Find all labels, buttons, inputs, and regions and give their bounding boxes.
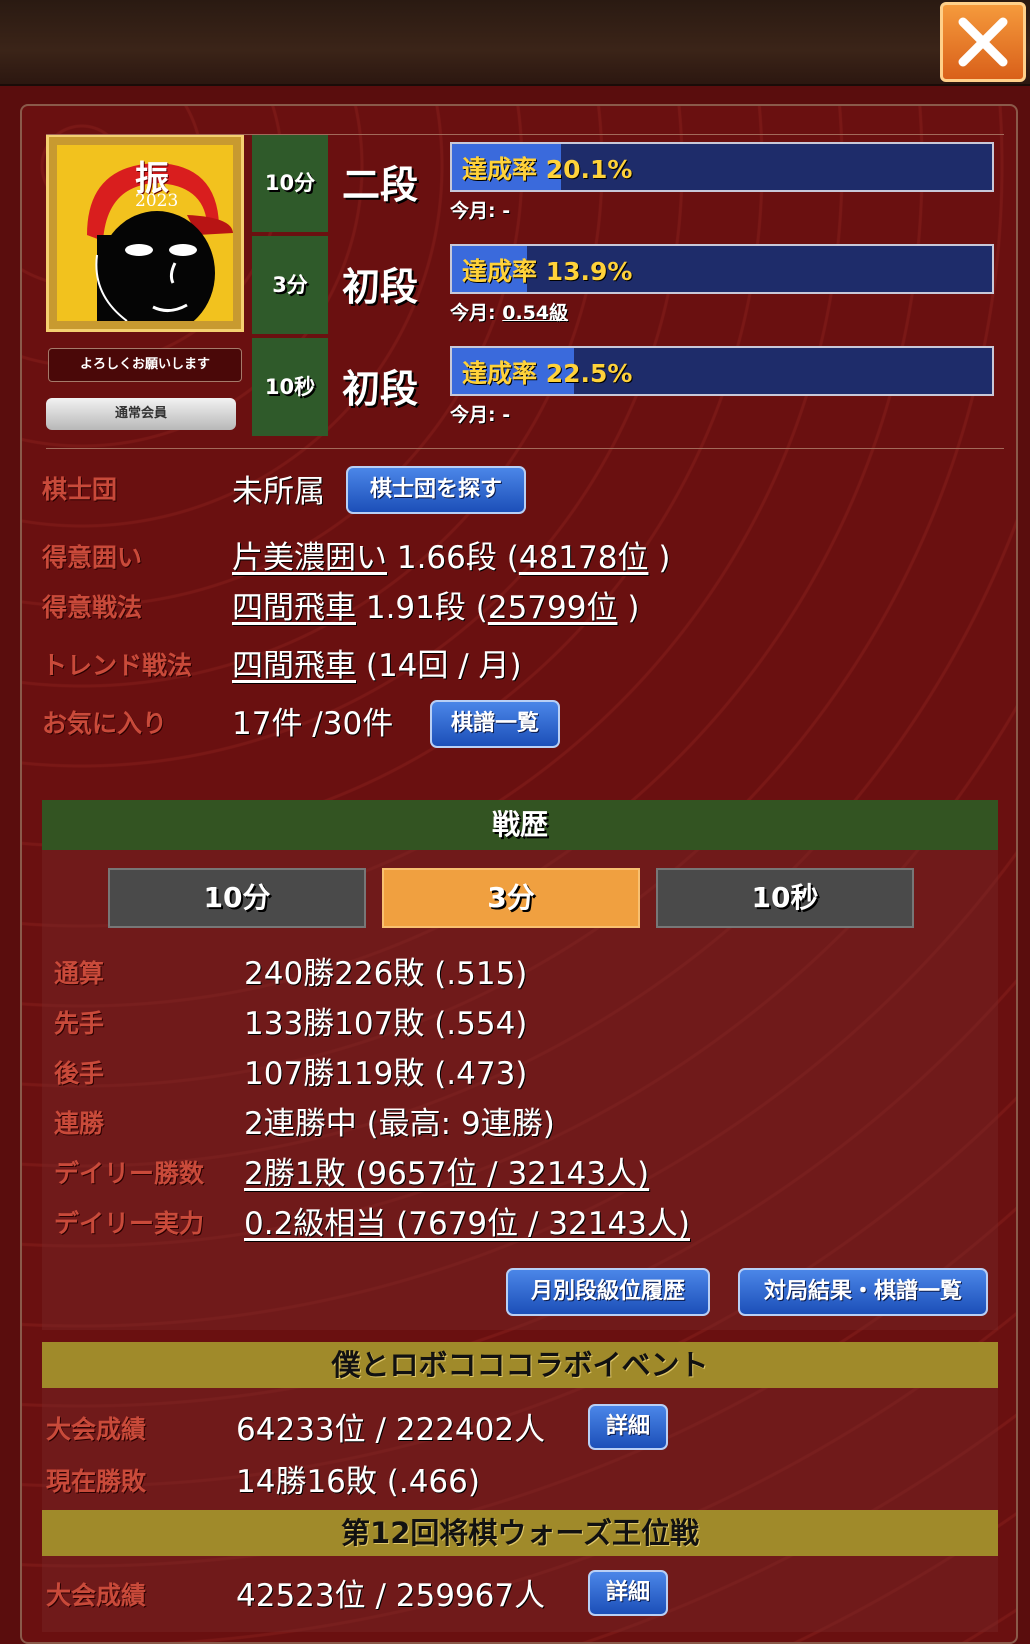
month-label: 今月:: [450, 302, 496, 324]
rank-name: 初段: [342, 366, 419, 411]
stat-value: 133勝107敗 (.554): [244, 1006, 528, 1042]
month-progress: 今月: -: [450, 196, 510, 223]
rank-name: 初段: [342, 264, 419, 309]
stat-label: 後手: [54, 1059, 105, 1088]
event-2-detail-button[interactable]: 詳細: [588, 1570, 668, 1616]
trend-label: トレンド戦法: [42, 651, 193, 680]
close-button[interactable]: [940, 2, 1026, 82]
month-value[interactable]: 0.54級: [502, 302, 568, 324]
achievement-rate: 達成率 20.1%: [462, 155, 633, 184]
strategy-rank: 1.91段 (: [365, 590, 488, 626]
game-results-button[interactable]: 対局結果・棋譜一覧: [738, 1268, 988, 1316]
stat-label: デイリー勝数: [54, 1159, 205, 1188]
month-label: 今月:: [450, 404, 496, 426]
rank-time-label: 10秒: [252, 338, 328, 436]
profile-greeting: よろしくお願いします: [48, 348, 242, 382]
tab-10sec[interactable]: 10秒: [656, 868, 914, 928]
rank-name: 二段: [342, 162, 419, 207]
event-2-title: 第12回将棋ウォーズ王位戦: [42, 1510, 998, 1556]
event-2-result-label: 大会成績: [46, 1581, 147, 1610]
rank-divider-top: [46, 134, 1004, 135]
team-value: 未所属: [232, 474, 325, 510]
stat-value[interactable]: 0.2級相当 (7679位 / 32143人): [244, 1198, 690, 1243]
monthly-rank-history-button[interactable]: 月別段級位履歴: [506, 1268, 710, 1316]
rank-row: 3分 初段 達成率 13.9% 今月: 0.54級: [252, 236, 1004, 334]
team-label: 棋士団: [42, 475, 118, 504]
castle-link[interactable]: 片美濃囲い: [232, 540, 387, 576]
achievement-rate: 達成率 22.5%: [462, 359, 633, 388]
castle-pos-link[interactable]: 48178位: [519, 540, 649, 576]
stat-value: 2連勝中 (最高: 9連勝): [244, 1106, 555, 1142]
tab-3min[interactable]: 3分: [382, 868, 640, 928]
stat-value: 240勝226敗 (.515): [244, 956, 528, 992]
month-progress: 今月: -: [450, 400, 510, 427]
event-2-result-value: 42523位 / 259967人: [236, 1578, 546, 1614]
rank-time-label: 3分: [252, 236, 328, 334]
event-1-record-value: 14勝16敗 (.466): [236, 1464, 480, 1500]
cap-year: 2023: [135, 191, 179, 211]
stat-value[interactable]: 2勝1敗 (9657位 / 32143人): [244, 1148, 649, 1193]
strategy-link[interactable]: 四間飛車: [232, 590, 356, 626]
castle-rank: 1.66段 (: [396, 540, 519, 576]
stat-label: 通算: [54, 959, 105, 988]
rank-time-label: 10分: [252, 134, 328, 232]
find-team-button[interactable]: 棋士団を探す: [346, 466, 526, 514]
event-1-record-label: 現在勝敗: [46, 1467, 147, 1496]
rank-divider-bottom: [46, 448, 1004, 449]
stat-value: 107勝119敗 (.473): [244, 1056, 528, 1092]
strategy-close: ): [617, 590, 640, 626]
event-1-result-value: 64233位 / 222402人: [236, 1412, 546, 1448]
event-1-result-label: 大会成績: [46, 1415, 147, 1444]
month-label: 今月:: [450, 200, 496, 222]
trend-count: (14回 / 月): [365, 648, 522, 684]
achievement-bar: 達成率 20.1%: [450, 142, 994, 192]
membership-badge[interactable]: 通常会員: [46, 398, 236, 430]
event-1-title: 僕とロボコココラボイベント: [42, 1342, 998, 1388]
favorites-label: お気に入り: [42, 709, 168, 738]
stat-label: 先手: [54, 1009, 105, 1038]
month-progress: 今月: 0.54級: [450, 298, 568, 325]
history-title: 戦歴: [42, 800, 998, 850]
achievement-rate: 達成率 13.9%: [462, 257, 633, 286]
tab-10min[interactable]: 10分: [108, 868, 366, 928]
castle-value: 片美濃囲い 1.66段 (48178位 ): [232, 532, 670, 577]
strategy-label: 得意戦法: [42, 593, 143, 622]
rank-row: 10分 二段 達成率 20.1% 今月: -: [252, 134, 1004, 232]
rank-row: 10秒 初段 達成率 22.5% 今月: -: [252, 338, 1004, 436]
stat-label: 連勝: [54, 1109, 105, 1138]
stat-label: デイリー実力: [54, 1209, 205, 1238]
strategy-value: 四間飛車 1.91段 (25799位 ): [232, 582, 639, 627]
castle-label: 得意囲い: [42, 543, 143, 572]
close-icon: [958, 17, 1008, 67]
strategy-pos-link[interactable]: 25799位: [488, 590, 618, 626]
avatar[interactable]: 振 2023: [46, 134, 244, 332]
trend-link[interactable]: 四間飛車: [232, 648, 356, 684]
month-value: -: [502, 404, 511, 426]
avatar-image: 振 2023: [57, 145, 233, 321]
favorites-value: 17件 /30件: [232, 706, 394, 742]
trend-value: 四間飛車 (14回 / 月): [232, 640, 522, 685]
achievement-bar: 達成率 13.9%: [450, 244, 994, 294]
castle-close: ): [648, 540, 671, 576]
achievement-bar: 達成率 22.5%: [450, 346, 994, 396]
event-1-detail-button[interactable]: 詳細: [588, 1404, 668, 1450]
month-value: -: [502, 200, 511, 222]
kifu-list-button[interactable]: 棋譜一覧: [430, 700, 560, 748]
top-bar: [0, 0, 1030, 86]
